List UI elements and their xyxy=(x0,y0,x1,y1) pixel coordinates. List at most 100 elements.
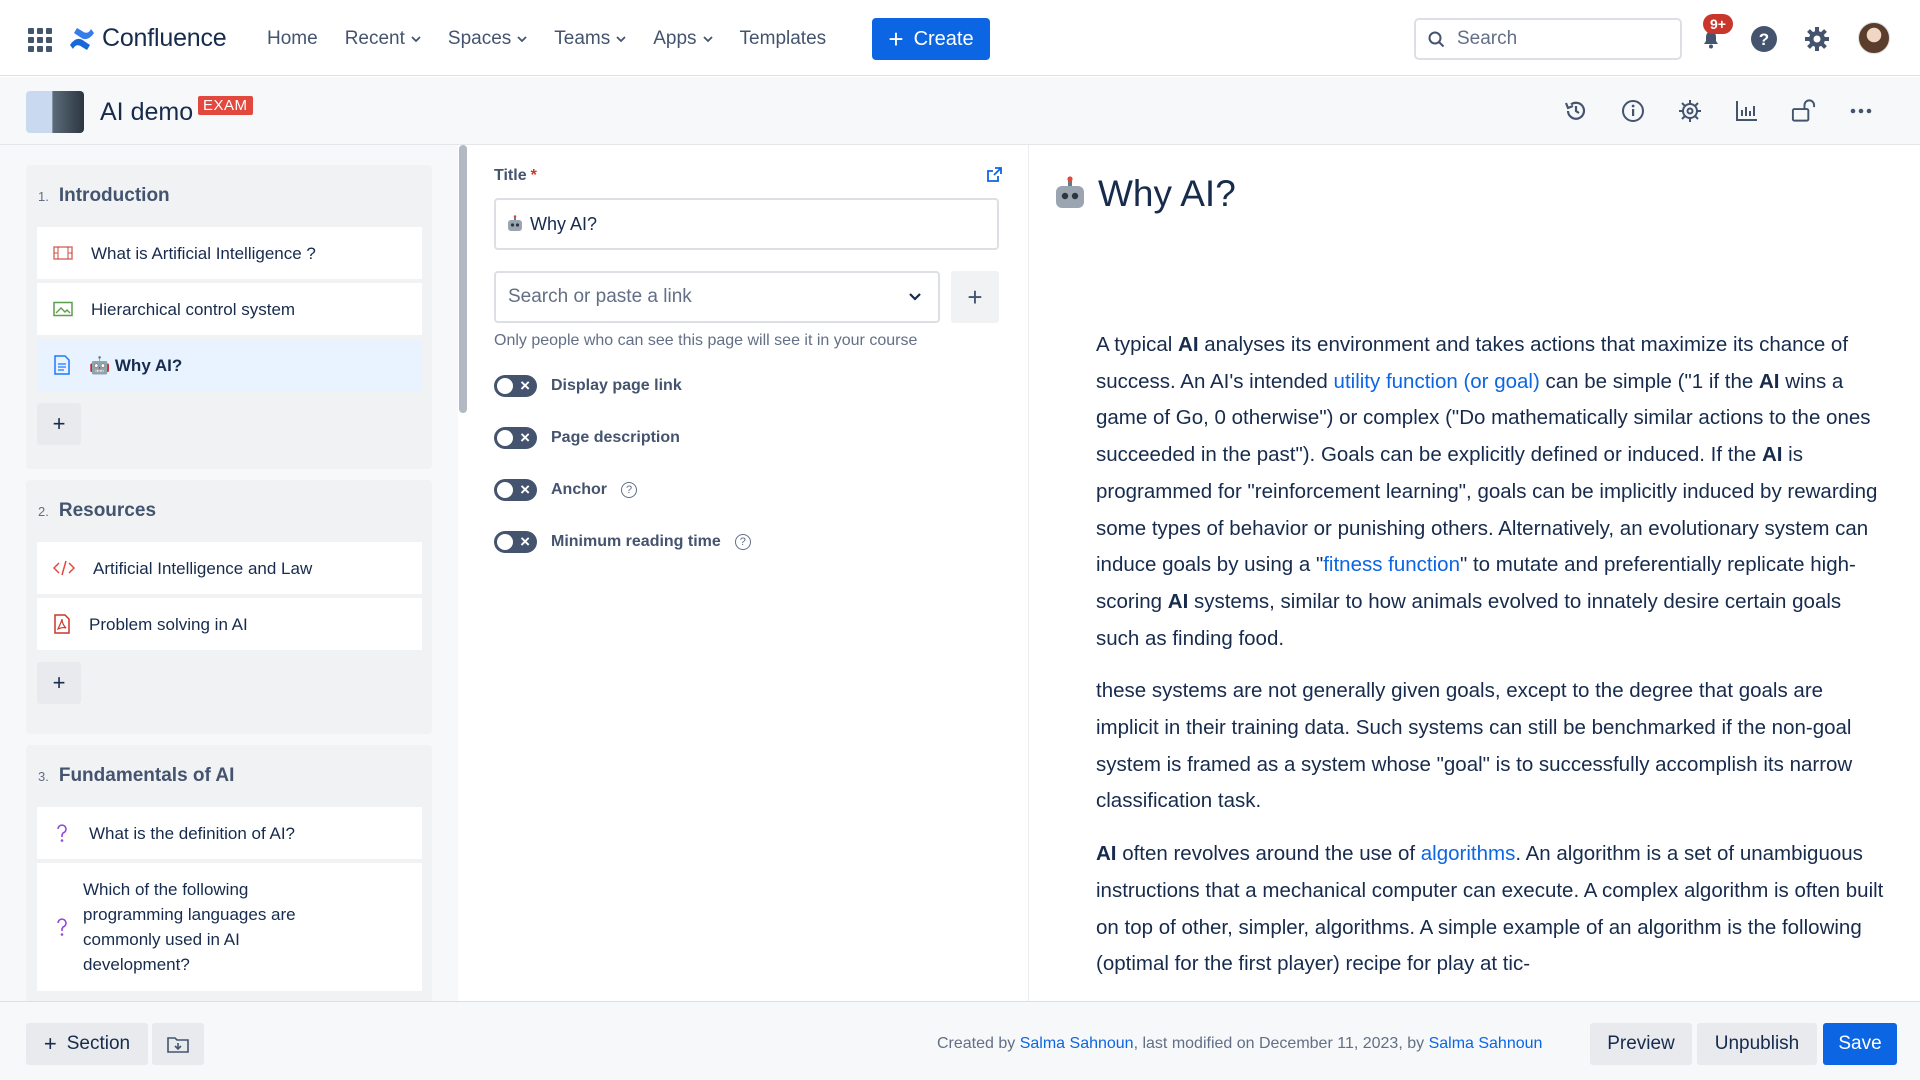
nav-home-label: Home xyxy=(267,28,318,49)
history-icon[interactable] xyxy=(1562,97,1589,124)
outline-section-fundamentals: 3. Fundamentals of AI What is the defini… xyxy=(26,745,432,1001)
nav-templates-label: Templates xyxy=(739,28,827,49)
plus-icon: + xyxy=(888,24,904,54)
robot-emoji-icon xyxy=(508,215,522,231)
outline-item-active[interactable]: 🤖 Why AI? xyxy=(37,339,422,391)
outline-item[interactable]: Artificial Intelligence and Law xyxy=(37,542,422,594)
outline-item-label: Artificial Intelligence and Law xyxy=(93,558,313,578)
preview-title-text: Why AI? xyxy=(1098,173,1236,214)
create-button[interactable]: + Create xyxy=(872,18,990,60)
outline-item[interactable]: What is the definition of AI? xyxy=(37,807,422,859)
nav-recent[interactable]: Recent xyxy=(345,24,421,54)
page-description-toggle[interactable] xyxy=(494,427,537,449)
chevron-down-icon xyxy=(909,293,921,301)
chevron-down-icon xyxy=(702,36,713,43)
help-icon[interactable]: ? xyxy=(1749,24,1779,54)
preview-body: A typical AI analyses its environment an… xyxy=(1096,327,1886,999)
add-section-button[interactable]: + Section xyxy=(26,1023,148,1065)
plus-icon: + xyxy=(967,281,983,312)
unpublish-button[interactable]: Unpublish xyxy=(1697,1023,1817,1065)
outline-item-label: Hierarchical control system xyxy=(91,299,296,319)
add-section-label: Section xyxy=(66,1033,131,1054)
outline-item[interactable]: What is Artificial Intelligence ? xyxy=(37,227,422,279)
help-icon[interactable]: ? xyxy=(621,482,637,498)
unlock-icon[interactable] xyxy=(1790,97,1817,124)
more-options-icon[interactable] xyxy=(1847,97,1874,124)
image-icon xyxy=(53,301,73,317)
outline-item[interactable]: Which of the following programming langu… xyxy=(37,863,422,991)
modifier-link[interactable]: Salma Sahnoun xyxy=(1429,1035,1543,1052)
outline-item[interactable]: Hierarchical control system xyxy=(37,283,422,335)
link-search-placeholder: Search or paste a link xyxy=(508,286,692,307)
add-link-button[interactable]: + xyxy=(951,271,999,323)
nav-teams[interactable]: Teams xyxy=(554,24,626,54)
nav-recent-label: Recent xyxy=(344,28,405,49)
nav-spaces[interactable]: Spaces xyxy=(448,24,527,54)
folder-import-button[interactable] xyxy=(152,1023,204,1065)
link-hint-text: Only people who can see this page will s… xyxy=(494,332,918,349)
course-outline-sidebar: 1. Introduction What is Artificial Intel… xyxy=(0,145,458,1001)
save-button[interactable]: Save xyxy=(1823,1023,1897,1065)
page-toolbar xyxy=(1562,97,1874,124)
user-avatar[interactable] xyxy=(1858,22,1890,54)
section-header[interactable]: 2. Resources xyxy=(26,480,432,542)
quiz-icon xyxy=(57,824,67,842)
toggle-row-display-page-link: Display page link xyxy=(494,375,682,397)
code-icon xyxy=(53,560,75,576)
preview-paragraph: A typical AI analyses its environment an… xyxy=(1096,333,1878,650)
search-input[interactable]: Search xyxy=(1414,18,1682,60)
minimum-reading-time-toggle[interactable] xyxy=(494,531,537,553)
author-link[interactable]: Salma Sahnoun xyxy=(1020,1035,1134,1052)
space-avatar[interactable] xyxy=(26,91,84,133)
nav-templates[interactable]: Templates xyxy=(740,24,827,54)
outline-section-resources: 2. Resources Artificial Intelligence and… xyxy=(26,480,432,734)
link-fitness-function[interactable]: fitness function xyxy=(1323,553,1460,576)
display-page-link-toggle[interactable] xyxy=(494,375,537,397)
confluence-logo[interactable]: Confluence xyxy=(68,24,227,53)
preview-button[interactable]: Preview xyxy=(1590,1023,1692,1065)
section-header[interactable]: 1. Introduction xyxy=(26,165,432,227)
space-title[interactable]: AI demo xyxy=(100,98,193,127)
outline-item-label: What is the definition of AI? xyxy=(89,823,296,843)
open-external-icon[interactable] xyxy=(986,166,1003,183)
pdf-icon xyxy=(54,614,70,634)
preview-paragraph: these systems are not generally given go… xyxy=(1096,679,1853,813)
outline-item-label: Which of the following programming langu… xyxy=(83,880,296,974)
link-algorithms[interactable]: algorithms xyxy=(1421,842,1516,865)
info-icon[interactable] xyxy=(1619,97,1646,124)
settings-gear-icon[interactable] xyxy=(1802,24,1832,54)
outline-item-label: What is Artificial Intelligence ? xyxy=(91,243,316,263)
link-utility-function[interactable]: utility function (or goal) xyxy=(1334,370,1540,393)
notification-badge: 9+ xyxy=(1703,14,1733,34)
page-meta-info: Created by Salma Sahnoun, last modified … xyxy=(937,1035,1542,1053)
search-placeholder: Search xyxy=(1457,28,1518,49)
nav-apps[interactable]: Apps xyxy=(653,24,713,54)
page-settings-icon[interactable] xyxy=(1676,97,1703,124)
toggle-row-page-description: Page description xyxy=(494,427,680,449)
section-number: 1. xyxy=(38,188,49,204)
title-input[interactable]: Why AI? xyxy=(494,198,999,250)
app-switcher-icon[interactable] xyxy=(28,28,52,52)
page-icon xyxy=(54,355,70,375)
outline-item[interactable]: Problem solving in AI xyxy=(37,598,422,650)
section-header[interactable]: 3. Fundamentals of AI xyxy=(26,745,432,807)
preview-paragraph: AI often revolves around the use of algo… xyxy=(1096,842,1884,976)
analytics-icon[interactable] xyxy=(1733,97,1760,124)
page-preview: Why AI? A typical AI analyses its enviro… xyxy=(1030,145,1920,1001)
video-icon xyxy=(53,246,73,260)
nav-home[interactable]: Home xyxy=(267,24,318,54)
nav-spaces-label: Spaces xyxy=(447,28,512,49)
anchor-toggle[interactable] xyxy=(494,479,537,501)
title-input-value: Why AI? xyxy=(530,213,598,234)
section-title: Introduction xyxy=(58,185,170,206)
confluence-logo-icon xyxy=(70,27,94,50)
add-item-button[interactable]: + xyxy=(37,662,81,704)
folder-icon xyxy=(167,1037,189,1053)
outline-section-introduction: 1. Introduction What is Artificial Intel… xyxy=(26,165,432,469)
robot-emoji-icon xyxy=(1056,176,1084,208)
toggle-label: Minimum reading time xyxy=(551,533,721,550)
link-search-select[interactable]: Search or paste a link xyxy=(494,271,940,323)
help-icon[interactable]: ? xyxy=(734,534,751,550)
sidebar-scrollbar[interactable] xyxy=(459,145,467,413)
add-item-button[interactable]: + xyxy=(37,403,81,445)
